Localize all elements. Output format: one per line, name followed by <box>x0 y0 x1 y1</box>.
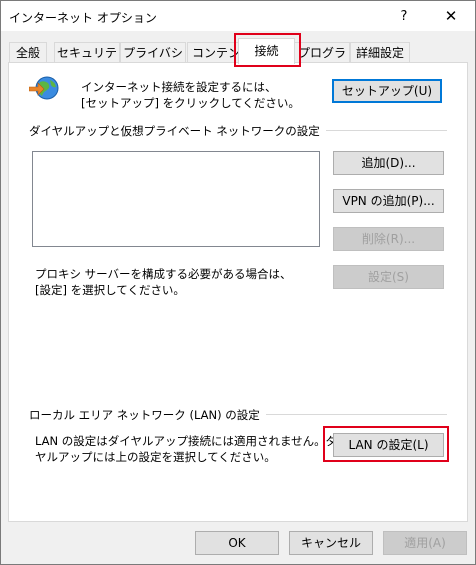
delete-button[interactable]: 削除(R)... <box>333 227 444 251</box>
cancel-button[interactable]: キャンセル <box>289 531 373 555</box>
setup-description-line1: インターネット接続を設定するには、 <box>81 80 277 94</box>
lan-description-line1: LAN の設定はダイヤルアップ接続には適用されません。ダイ <box>35 434 349 448</box>
apply-button[interactable]: 適用(A) <box>383 531 467 555</box>
proxy-description-line2: [設定] を選択してください。 <box>35 283 185 297</box>
add-button[interactable]: 追加(D)... <box>333 151 444 175</box>
tab-security[interactable]: セキュリティ <box>54 42 120 80</box>
setup-description-line2: [セットアップ] をクリックしてください。 <box>81 96 300 110</box>
add-vpn-button[interactable]: VPN の追加(P)... <box>333 189 444 213</box>
setup-button[interactable]: セットアップ(U) <box>332 79 442 103</box>
lan-settings-button[interactable]: LAN の設定(L) <box>333 433 444 457</box>
connections-panel: インターネット接続を設定するには、 [セットアップ] をクリックしてください。 … <box>8 62 468 522</box>
settings-button[interactable]: 設定(S) <box>333 265 444 289</box>
dialup-section-heading: ダイヤルアップと仮想プライベート ネットワークの設定 <box>29 123 326 139</box>
lan-section-heading: ローカル エリア ネットワーク (LAN) の設定 <box>29 407 266 423</box>
connections-listbox[interactable] <box>32 151 320 247</box>
tab-privacy[interactable]: プライバシー <box>120 42 186 80</box>
lan-description-line2: ヤルアップには上の設定を選択してください。 <box>35 450 276 464</box>
window-title: インターネット オプション <box>9 11 157 25</box>
internet-options-dialog: インターネット オプション ? ✕ 全般 セキュリティ プライバシー コンテンツ… <box>0 0 476 565</box>
close-button[interactable]: ✕ <box>431 5 471 27</box>
help-button[interactable]: ? <box>389 7 419 27</box>
tab-general[interactable]: 全般 <box>9 42 47 63</box>
proxy-description-line1: プロキシ サーバーを構成する必要がある場合は、 <box>35 267 292 281</box>
tab-advanced[interactable]: 詳細設定 <box>350 42 410 63</box>
internet-globe-icon <box>28 75 61 103</box>
title-bar: インターネット オプション ? ✕ <box>1 1 475 31</box>
tab-connections[interactable]: 接続 <box>238 38 295 64</box>
tab-content[interactable]: コンテンツ <box>187 42 245 80</box>
tab-programs[interactable]: プログラム <box>294 42 350 80</box>
ok-button[interactable]: OK <box>195 531 279 555</box>
